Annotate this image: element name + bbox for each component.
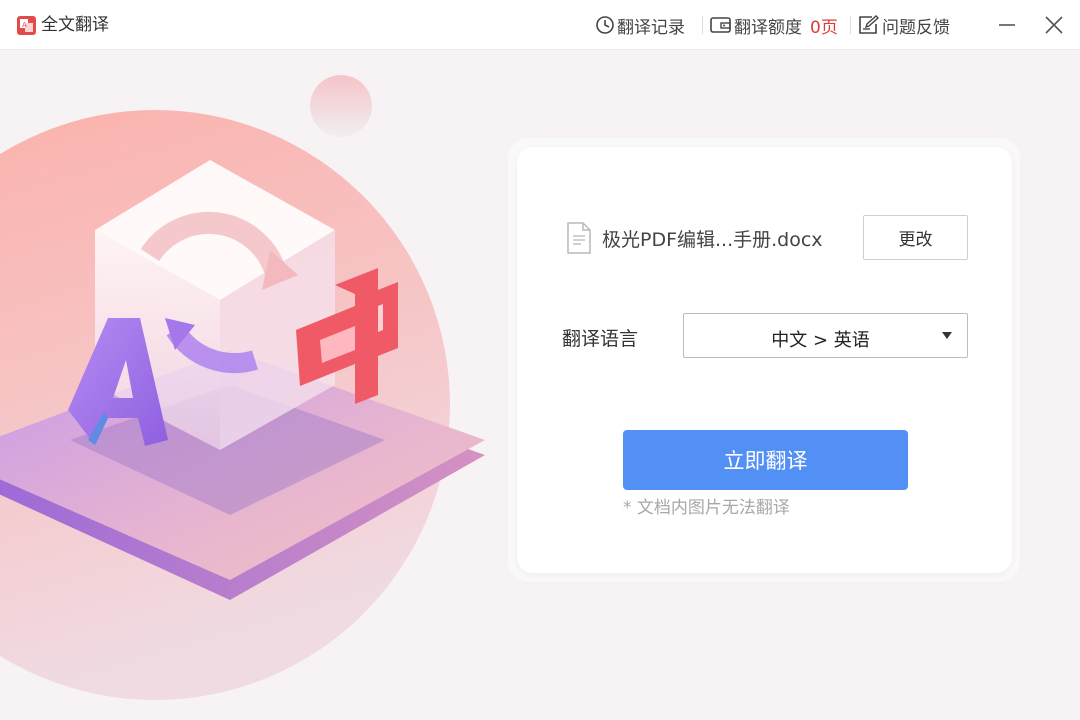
edit-icon: [859, 15, 880, 34]
quota-label: 翻译额度: [734, 17, 802, 38]
file-icon: [567, 222, 591, 254]
language-selected-value: 中文 > 英语: [771, 330, 870, 351]
svg-text:A: A: [22, 21, 27, 29]
wallet-icon: [710, 17, 731, 33]
app-title: 全文翻译: [41, 15, 109, 35]
minimize-icon: [999, 24, 1015, 26]
divider: [850, 16, 851, 34]
quota-button[interactable]: 翻译额度 0页: [710, 12, 838, 38]
image-note: * 文档内图片无法翻译: [623, 498, 790, 518]
quota-value: 0页: [810, 17, 838, 38]
feedback-button[interactable]: 问题反馈: [858, 12, 950, 38]
minimize-button[interactable]: [995, 13, 1019, 37]
translate-now-button[interactable]: 立即翻译: [623, 430, 908, 490]
close-icon: [1045, 16, 1063, 34]
language-select[interactable]: 中文 > 英语: [683, 313, 968, 358]
feedback-label: 问题反馈: [882, 17, 950, 38]
title-bar: A 全文翻译 翻译记录 翻译额度 0页 问题反馈: [0, 0, 1080, 50]
clock-icon: [596, 16, 614, 34]
change-file-button[interactable]: 更改: [863, 215, 968, 260]
file-name: 极光PDF编辑...手册.docx: [602, 228, 823, 251]
history-label: 翻译记录: [617, 17, 685, 38]
divider: [702, 16, 703, 34]
language-label: 翻译语言: [562, 328, 639, 350]
close-button[interactable]: [1042, 13, 1066, 37]
file-row: 极光PDF编辑...手册.docx: [566, 220, 823, 256]
document-translate-icon: A: [17, 16, 36, 35]
history-button[interactable]: 翻译记录: [595, 12, 685, 38]
caret-down-icon: [942, 332, 952, 339]
